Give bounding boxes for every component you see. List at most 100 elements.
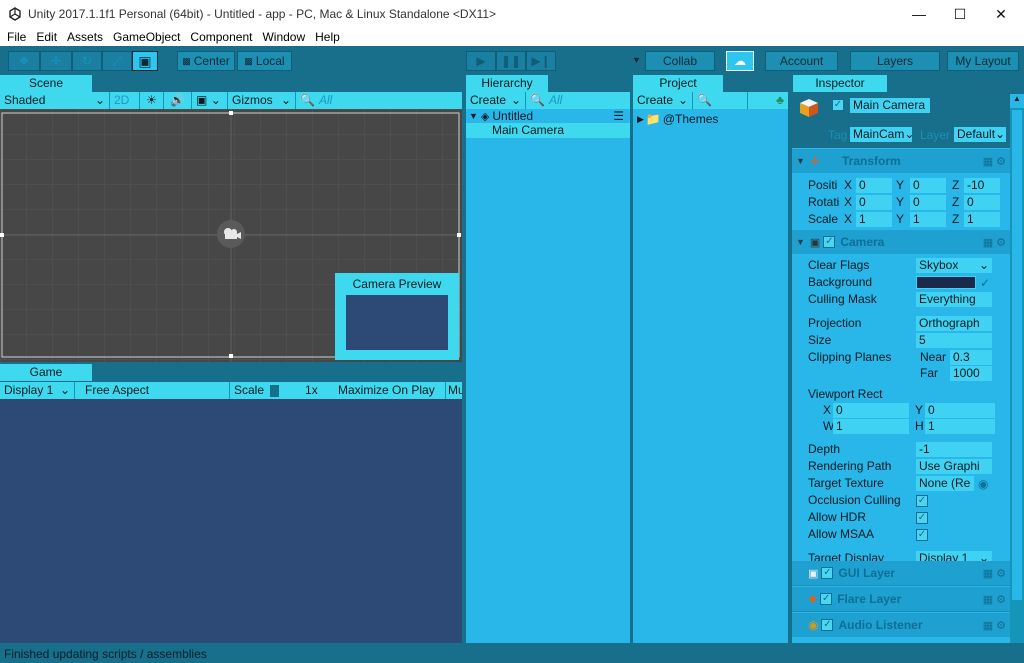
gizmos-dropdown[interactable]: Gizmos ⌄: [228, 92, 296, 109]
effects-dropdown[interactable]: ▣ ⌄: [192, 92, 228, 109]
account-button[interactable]: Account: [765, 51, 838, 71]
cloud-button[interactable]: ☁: [726, 51, 754, 71]
maximize-button[interactable]: ☐: [945, 6, 975, 23]
rotation-x[interactable]: 0: [856, 195, 892, 210]
projection-dropdown[interactable]: Orthograph: [916, 316, 992, 331]
rotation-z[interactable]: 0: [964, 195, 1000, 210]
project-search-field[interactable]: 🔍: [693, 92, 748, 109]
scale-tool-button[interactable]: ⤢: [102, 51, 132, 71]
scroll-up-icon[interactable]: ▲: [1010, 94, 1024, 108]
component-settings-icon[interactable]: ▦ ⚙: [983, 567, 1006, 580]
camera-gizmo-icon[interactable]: [217, 220, 245, 248]
viewport-w-field[interactable]: 1: [833, 418, 909, 434]
menu-help[interactable]: Help: [315, 30, 340, 44]
allow-msaa-checkbox[interactable]: ✓: [916, 528, 928, 541]
tab-hierarchy[interactable]: Hierarchy: [466, 75, 548, 92]
flare-layer-checkbox[interactable]: ✓: [820, 593, 833, 605]
layer-dropdown[interactable]: Default⌄: [954, 127, 1006, 142]
scene-menu-icon[interactable]: ☰: [613, 109, 624, 123]
audio-toggle[interactable]: 🔊: [164, 92, 192, 109]
menu-edit[interactable]: Edit: [36, 30, 57, 44]
flare-layer-header[interactable]: ✸ ✓ Flare Layer ▦ ⚙: [792, 587, 1010, 611]
rotate-tool-button[interactable]: ↻: [72, 51, 102, 71]
active-checkbox[interactable]: ✓: [832, 99, 844, 111]
gui-layer-checkbox[interactable]: ✓: [821, 567, 834, 579]
component-settings-icon[interactable]: ▦ ⚙: [983, 619, 1006, 632]
menu-gameobject[interactable]: GameObject: [113, 30, 180, 44]
project-folder-row[interactable]: ▶ 📁 @Themes: [633, 109, 788, 129]
allow-hdr-checkbox[interactable]: ✓: [916, 511, 928, 524]
near-field[interactable]: 0.3: [950, 349, 992, 365]
menu-file[interactable]: File: [7, 30, 26, 44]
audio-listener-header[interactable]: ◉ ✓ Audio Listener ▦ ⚙: [792, 613, 1010, 637]
scene-search-field[interactable]: 🔍 All: [296, 92, 462, 109]
occlusion-culling-checkbox[interactable]: ✓: [916, 494, 928, 507]
scrollbar-thumb[interactable]: [1012, 110, 1022, 600]
object-picker-icon[interactable]: ◉: [978, 477, 988, 491]
pivot-center-button[interactable]: ▩ Center: [177, 51, 235, 71]
size-field[interactable]: 5: [916, 333, 992, 348]
component-settings-icon[interactable]: ▦ ⚙: [983, 593, 1006, 606]
step-button[interactable]: ▶❙: [526, 51, 556, 71]
maximize-on-play-toggle[interactable]: Maximize On Play: [334, 382, 446, 399]
project-create-dropdown[interactable]: Create ⌄: [633, 92, 693, 109]
hierarchy-create-dropdown[interactable]: Create ⌄: [466, 92, 526, 109]
inspector-scrollbar[interactable]: ▲: [1010, 94, 1024, 643]
pause-button[interactable]: ❚❚: [496, 51, 526, 71]
shading-dropdown[interactable]: Shaded ⌄: [0, 92, 110, 109]
pivot-local-button[interactable]: ▩ Local: [237, 51, 292, 71]
tab-inspector[interactable]: Inspector: [793, 75, 887, 92]
position-z[interactable]: -10: [964, 178, 1000, 193]
tab-scene[interactable]: Scene: [0, 75, 92, 92]
component-settings-icon[interactable]: ▦ ⚙: [983, 155, 1006, 168]
close-button[interactable]: ✕: [986, 6, 1016, 23]
position-x[interactable]: 0: [856, 178, 892, 193]
eyedropper-icon[interactable]: ✓: [980, 276, 990, 290]
tab-game[interactable]: Game: [0, 364, 92, 381]
hierarchy-search-field[interactable]: 🔍 All: [526, 92, 630, 109]
object-name-field[interactable]: Main Camera: [850, 98, 930, 113]
tag-dropdown[interactable]: MainCam⌄: [850, 127, 914, 142]
camera-header[interactable]: ▼ ▣ ✓ Camera ▦ ⚙: [792, 230, 1010, 254]
chevron-down-icon[interactable]: ▼: [988, 96, 997, 111]
play-button[interactable]: ▶: [466, 51, 496, 71]
viewport-x-field[interactable]: 0: [833, 402, 909, 418]
audio-listener-checkbox[interactable]: ✓: [821, 619, 834, 631]
position-y[interactable]: 0: [910, 178, 946, 193]
project-filter-button[interactable]: ♣: [748, 92, 788, 109]
display-dropdown[interactable]: Display 1 ⌄: [0, 382, 75, 399]
scene-row[interactable]: ▼ ◈ Untitled ☰: [466, 109, 630, 123]
menu-assets[interactable]: Assets: [67, 30, 103, 44]
gui-layer-header[interactable]: ▣ ✓ GUI Layer ▦ ⚙: [792, 561, 1010, 585]
camera-enabled-checkbox[interactable]: ✓: [823, 236, 836, 248]
scale-slider[interactable]: Scale 1x: [230, 382, 334, 399]
layout-dropdown[interactable]: My Layout: [947, 51, 1019, 71]
game-view[interactable]: [0, 399, 462, 643]
rendering-path-dropdown[interactable]: Use Graphi: [916, 459, 992, 474]
collab-button[interactable]: Collab: [645, 51, 715, 71]
static-checkbox[interactable]: [934, 100, 946, 112]
menu-window[interactable]: Window: [262, 30, 305, 44]
component-settings-icon[interactable]: ▦ ⚙: [983, 236, 1006, 249]
background-color-field[interactable]: [916, 276, 976, 289]
tab-project[interactable]: Project: [633, 75, 723, 92]
move-tool-button[interactable]: ✛: [40, 51, 72, 71]
clear-flags-dropdown[interactable]: Skybox ⌄: [916, 258, 992, 273]
viewport-y-field[interactable]: 0: [925, 402, 995, 418]
mute-audio-toggle[interactable]: Mu: [446, 382, 462, 399]
rotation-y[interactable]: 0: [910, 195, 946, 210]
transform-header[interactable]: ▼ ✛ Transform ▦ ⚙: [792, 149, 1010, 173]
aspect-dropdown[interactable]: Free Aspect: [75, 382, 230, 399]
minimize-button[interactable]: —: [904, 6, 934, 22]
hand-tool-button[interactable]: ❖: [8, 51, 40, 71]
layers-dropdown[interactable]: Layers: [850, 51, 940, 71]
far-field[interactable]: 1000: [950, 365, 992, 381]
scale-x[interactable]: 1: [856, 212, 892, 227]
scale-slider-handle[interactable]: [270, 384, 280, 397]
depth-field[interactable]: -1: [916, 442, 992, 457]
menu-component[interactable]: Component: [190, 30, 252, 44]
mode-2d-button[interactable]: 2D: [110, 92, 140, 109]
culling-mask-dropdown[interactable]: Everything: [916, 292, 992, 307]
target-texture-field[interactable]: None (Re: [916, 476, 974, 491]
rect-tool-button[interactable]: ▣: [132, 51, 158, 71]
